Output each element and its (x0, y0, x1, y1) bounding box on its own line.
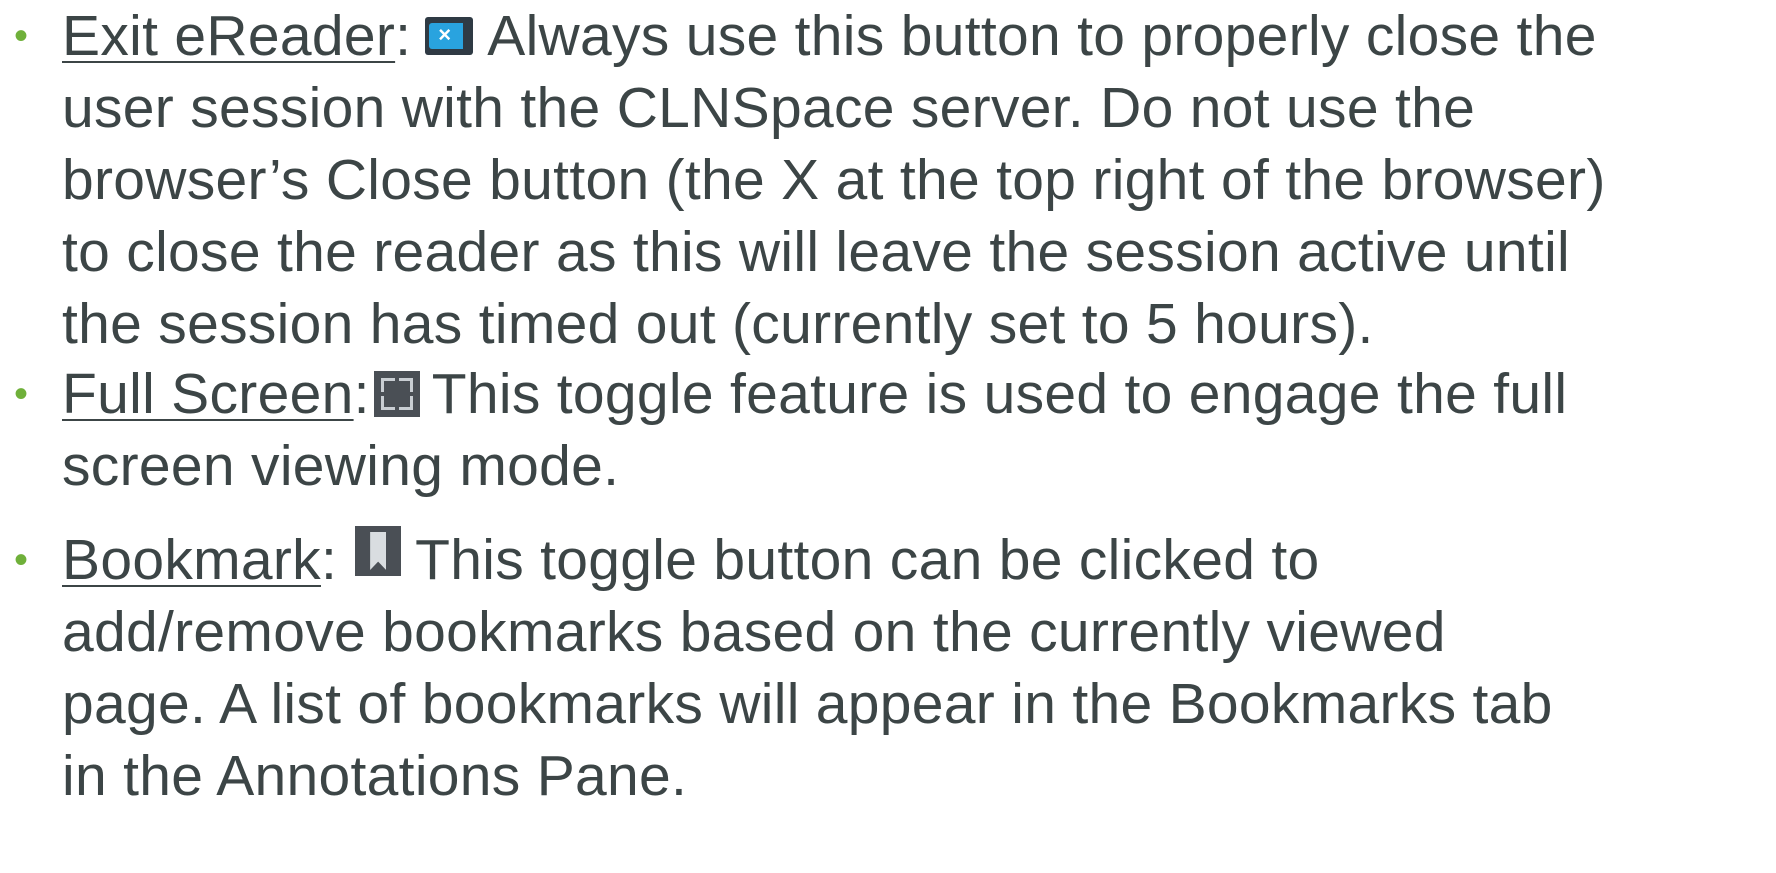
description-line: page. A list of bookmarks will appear in… (62, 672, 1553, 736)
description-line: screen viewing mode. (62, 434, 620, 498)
description-line: browser’s Close button (the X at the top… (62, 148, 1606, 212)
term-full-screen: Full Screen (62, 362, 354, 426)
description-line: Always use this button to properly close… (487, 4, 1597, 68)
bullet-marker: • (14, 372, 29, 416)
bookmark-icon (355, 525, 402, 576)
paragraph: Full Screen: This toggle feature is used … (62, 358, 1772, 502)
description-line: user session with the CLNSpace server. D… (62, 76, 1476, 140)
term-separator: : (353, 362, 370, 426)
description-line: to close the reader as this will leave t… (62, 220, 1570, 284)
paragraph: Exit eReader: Always use this button to p… (62, 0, 1772, 360)
text-line: Full Screen: This toggle feature is used … (62, 358, 1772, 430)
term-exit-ereader: Exit eReader (62, 4, 396, 68)
description-line: add/remove bookmarks based on the curren… (62, 600, 1446, 664)
term-separator: : (320, 528, 338, 592)
exit-ereader-icon (425, 16, 474, 55)
paragraph: Bookmark: This toggle button can be click… (62, 524, 1772, 812)
description-line: This toggle feature is used to engage th… (431, 362, 1568, 426)
term-bookmark: Bookmark (62, 528, 321, 592)
description-line: the session has timed out (currently set… (62, 292, 1374, 356)
bullet-marker: • (14, 538, 29, 582)
term-separator: : (395, 4, 412, 68)
text-line: Exit eReader: Always use this button to p… (62, 0, 1772, 72)
full-screen-icon (373, 370, 420, 417)
description-line: in the Annotations Pane. (62, 744, 688, 808)
description-line: This toggle button can be clicked to (415, 528, 1320, 592)
text-line: Bookmark: This toggle button can be click… (62, 524, 1772, 596)
bullet-marker: • (14, 14, 29, 58)
